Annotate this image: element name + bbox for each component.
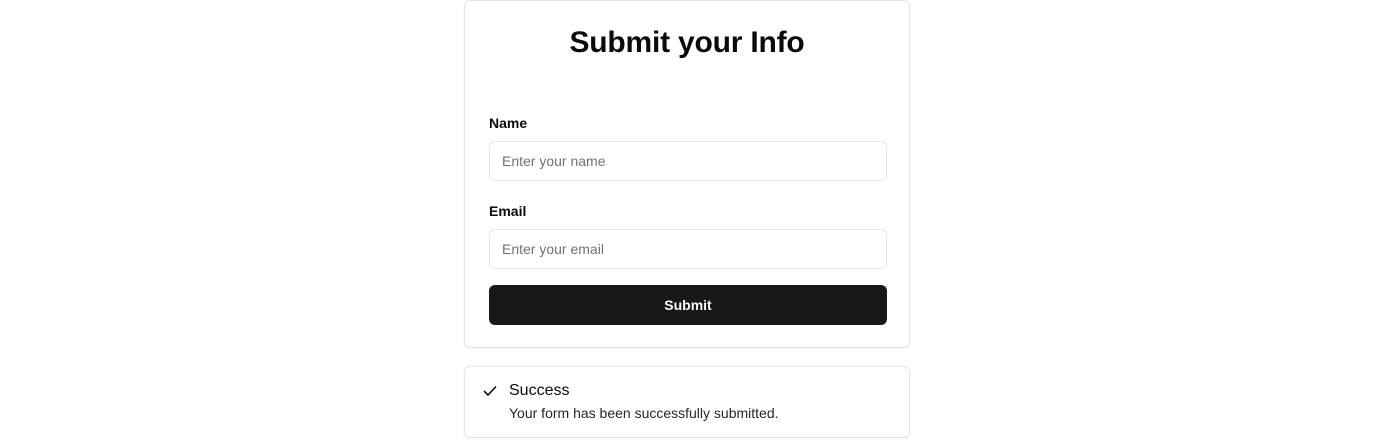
form-title: Submit your Info bbox=[569, 26, 805, 59]
check-icon bbox=[482, 383, 498, 399]
name-input[interactable] bbox=[489, 141, 887, 181]
submit-button[interactable]: Submit bbox=[489, 285, 887, 325]
toast-title: Success bbox=[509, 382, 570, 399]
toast-description: Your form has been successfully submitte… bbox=[509, 405, 779, 421]
name-label: Name bbox=[489, 115, 528, 131]
page: Submit your Info Name Email Submit Succe… bbox=[0, 0, 1376, 440]
info-form-card: Submit your Info Name Email Submit bbox=[464, 0, 910, 348]
email-input[interactable] bbox=[489, 229, 887, 269]
email-label: Email bbox=[489, 203, 527, 219]
success-toast: Success Your form has been successfully … bbox=[464, 366, 910, 438]
